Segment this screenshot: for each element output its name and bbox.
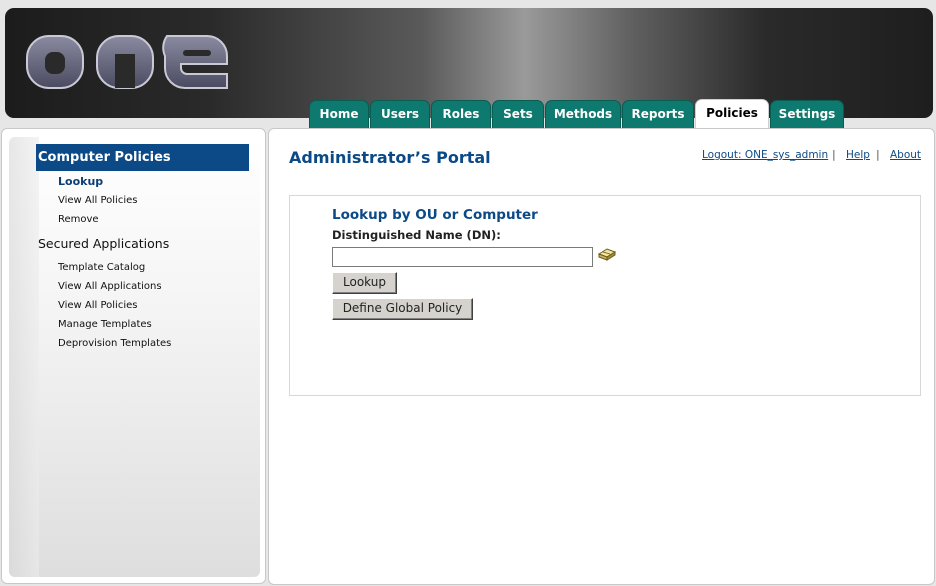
sidebar-item-deprovision-templates[interactable]: Deprovision Templates <box>58 338 171 349</box>
lookup-title: Lookup by OU or Computer <box>332 207 538 223</box>
book-browse-icon[interactable] <box>597 245 617 263</box>
link-separator: | <box>832 148 836 161</box>
tab-settings[interactable]: Settings <box>770 100 844 129</box>
tab-sets[interactable]: Sets <box>492 100 544 129</box>
page-title: Administrator’s Portal <box>289 148 491 167</box>
one-logo <box>26 35 228 89</box>
link-separator: | <box>876 148 880 161</box>
sidebar-item-view-all-applications[interactable]: View All Applications <box>58 281 162 292</box>
logout-link[interactable]: Logout: ONE_sys_admin <box>702 149 828 161</box>
define-global-policy-button[interactable]: Define Global Policy <box>332 298 473 320</box>
sidebar-item-template-catalog[interactable]: Template Catalog <box>58 262 145 273</box>
tab-policies[interactable]: Policies <box>695 99 769 130</box>
about-link-wrap: About <box>890 149 921 161</box>
tab-roles[interactable]: Roles <box>431 100 491 129</box>
sidebar-section-computer-policies: Computer Policies <box>36 144 249 171</box>
help-link-wrap: Help <box>846 149 870 161</box>
dn-label: Distinguished Name (DN): <box>332 228 501 242</box>
sidebar-item-lookup[interactable]: Lookup <box>58 175 103 188</box>
about-link[interactable]: About <box>890 149 921 161</box>
lookup-button[interactable]: Lookup <box>332 272 397 294</box>
logout-link-wrap: Logout: ONE_sys_admin <box>702 149 828 161</box>
dn-input[interactable] <box>332 247 593 267</box>
sidebar-item-remove[interactable]: Remove <box>58 214 99 225</box>
tab-methods[interactable]: Methods <box>545 100 621 129</box>
sidebar-section-secured-applications: Secured Applications <box>38 236 170 251</box>
sidebar-item-view-all-policies[interactable]: View All Policies <box>58 195 137 206</box>
help-link[interactable]: Help <box>846 149 870 161</box>
tab-users[interactable]: Users <box>370 100 430 129</box>
tab-home[interactable]: Home <box>309 100 369 129</box>
sidebar-item-manage-templates[interactable]: Manage Templates <box>58 319 152 330</box>
tab-reports[interactable]: Reports <box>622 100 694 129</box>
lookup-box <box>289 195 921 396</box>
sidebar-item-view-all-policies-apps[interactable]: View All Policies <box>58 300 137 311</box>
